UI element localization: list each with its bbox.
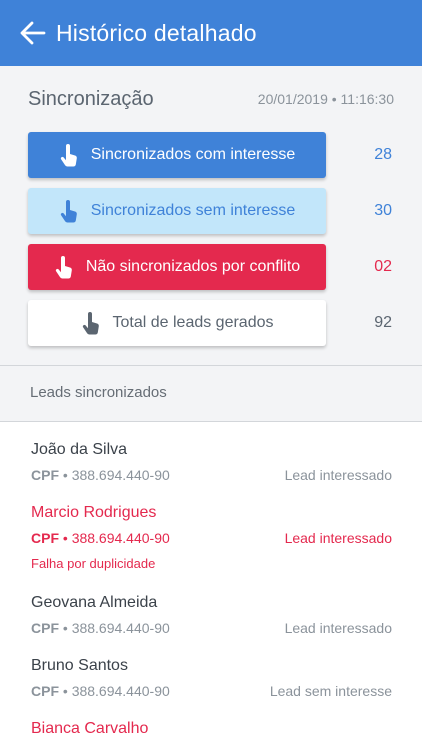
lead-name: Bianca Carvalho [31, 720, 149, 737]
synced-with-interest-count: 28 [374, 146, 392, 163]
cpf-label: CPF [31, 530, 59, 546]
hand-pointer-icon [81, 310, 103, 336]
lead-cpf: CPF • 388.694.440-90 [31, 683, 170, 699]
lead-item[interactable]: Bianca Carvalho [0, 720, 422, 750]
cpf-value: 388.694.440-90 [71, 530, 170, 546]
hand-pointer-icon [59, 142, 81, 168]
sync-header: Sincronização 20/01/2019 • 11:16:30 [28, 86, 394, 112]
lead-cpf: CPF • 388.694.440-90 [31, 467, 170, 483]
leads-section-title: Leads sincronizados [30, 384, 167, 401]
button-label: Sincronizados sem interesse [90, 202, 296, 219]
app-bar: Histórico detalhado [0, 0, 422, 66]
lead-cpf: CPF • 388.694.440-90 [31, 530, 170, 546]
divider [0, 365, 422, 366]
synced-with-interest-button[interactable]: Sincronizados com interesse [28, 132, 326, 178]
button-label: Não sincronizados por conflito [85, 258, 301, 275]
lead-status: Lead interessado [284, 620, 392, 636]
lead-name: Geovana Almeida [31, 594, 158, 611]
leads-list: João da Silva CPF • 388.694.440-90 Lead … [0, 422, 422, 750]
not-synced-conflict-count: 02 [374, 258, 392, 275]
total-leads-count: 92 [374, 314, 392, 331]
button-label: Total de leads gerados [112, 314, 274, 331]
cpf-value: 388.694.440-90 [71, 620, 170, 636]
sync-title: Sincronização [28, 87, 154, 110]
cpf-value: 388.694.440-90 [71, 467, 170, 483]
lead-cpf: CPF • 388.694.440-90 [31, 620, 170, 636]
button-label: Sincronizados com interesse [90, 146, 296, 163]
lead-name: Marcio Rodrigues [31, 504, 157, 521]
lead-item[interactable]: Bruno Santos CPF • 388.694.440-90 Lead s… [0, 657, 422, 707]
lead-name: João da Silva [31, 441, 128, 458]
lead-item[interactable]: Marcio Rodrigues CPF • 388.694.440-90 Le… [0, 504, 422, 580]
lead-item[interactable]: João da Silva CPF • 388.694.440-90 Lead … [0, 441, 422, 491]
total-leads-button[interactable]: Total de leads gerados [28, 300, 326, 346]
lead-item[interactable]: Geovana Almeida CPF • 388.694.440-90 Lea… [0, 594, 422, 644]
page-title: Histórico detalhado [56, 19, 257, 46]
lead-error-message: Falha por duplicidade [31, 556, 156, 571]
lead-status: Lead interessado [284, 530, 392, 546]
hand-pointer-icon [54, 254, 76, 280]
back-arrow-icon[interactable] [20, 20, 46, 46]
hand-pointer-icon [59, 198, 81, 224]
lead-name: Bruno Santos [31, 657, 128, 674]
cpf-label: CPF [31, 620, 59, 636]
synced-without-interest-button[interactable]: Sincronizados sem interesse [28, 188, 326, 234]
cpf-label: CPF [31, 467, 59, 483]
lead-status: Lead sem interesse [269, 683, 392, 699]
synced-without-interest-count: 30 [374, 202, 392, 219]
cpf-label: CPF [31, 683, 59, 699]
lead-status: Lead interessado [284, 467, 392, 483]
cpf-value: 388.694.440-90 [71, 683, 170, 699]
not-synced-conflict-button[interactable]: Não sincronizados por conflito [28, 244, 326, 290]
sync-date: 20/01/2019 • 11:16:30 [257, 91, 394, 107]
